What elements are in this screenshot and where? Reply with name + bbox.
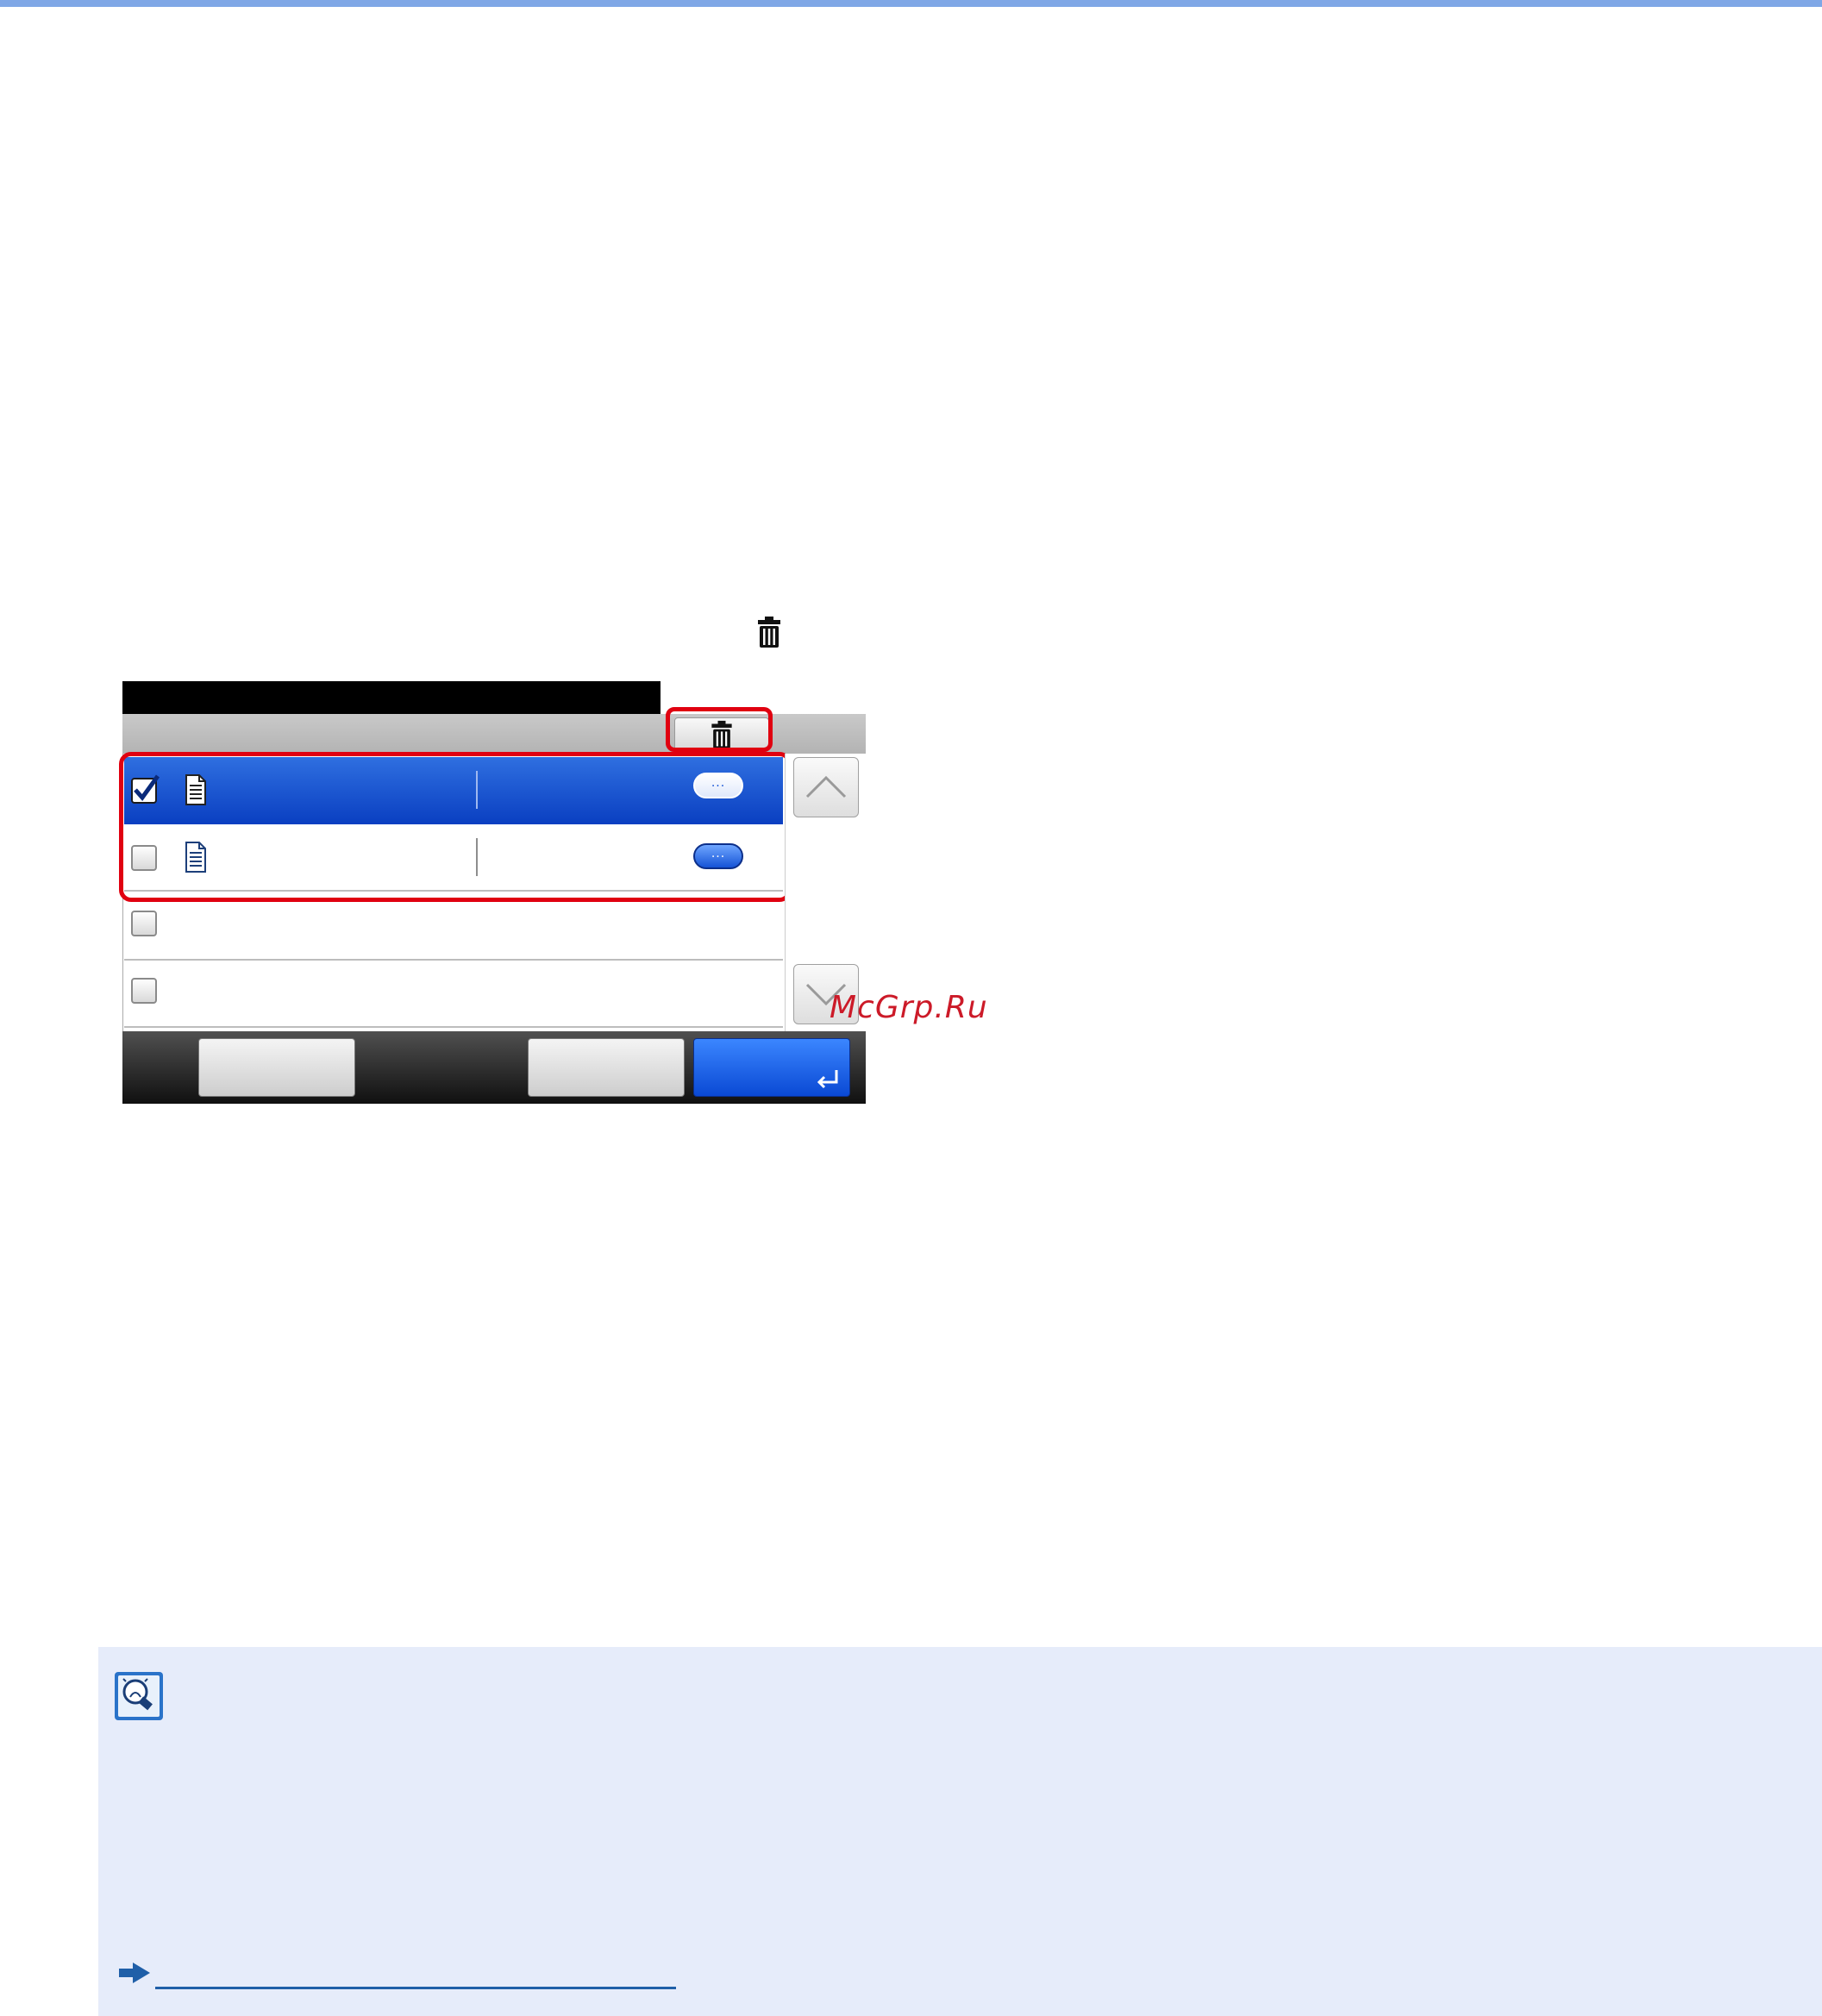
delete-button-highlight	[666, 707, 773, 752]
scroll-up-button[interactable]	[793, 757, 859, 817]
trash-icon	[758, 617, 780, 648]
reference-link[interactable]	[155, 1987, 676, 1989]
selected-rows-highlight	[119, 752, 792, 902]
top-rule	[0, 0, 1822, 7]
lightbulb-note-icon	[115, 1672, 163, 1720]
enter-icon	[817, 1070, 838, 1089]
checkbox[interactable]	[131, 911, 157, 936]
checkbox[interactable]	[131, 978, 157, 1004]
ok-button[interactable]	[693, 1038, 850, 1097]
softkey-middle[interactable]	[528, 1038, 685, 1097]
note-box	[98, 1647, 1822, 2016]
chevron-up-icon	[805, 775, 847, 798]
softkey-left[interactable]	[198, 1038, 355, 1097]
list-item[interactable]	[124, 961, 783, 1028]
panel-title-bar	[122, 681, 661, 714]
arrow-right-icon	[119, 1963, 150, 1983]
list-item[interactable]	[124, 893, 783, 961]
watermark: McGrp.Ru	[830, 990, 988, 1025]
